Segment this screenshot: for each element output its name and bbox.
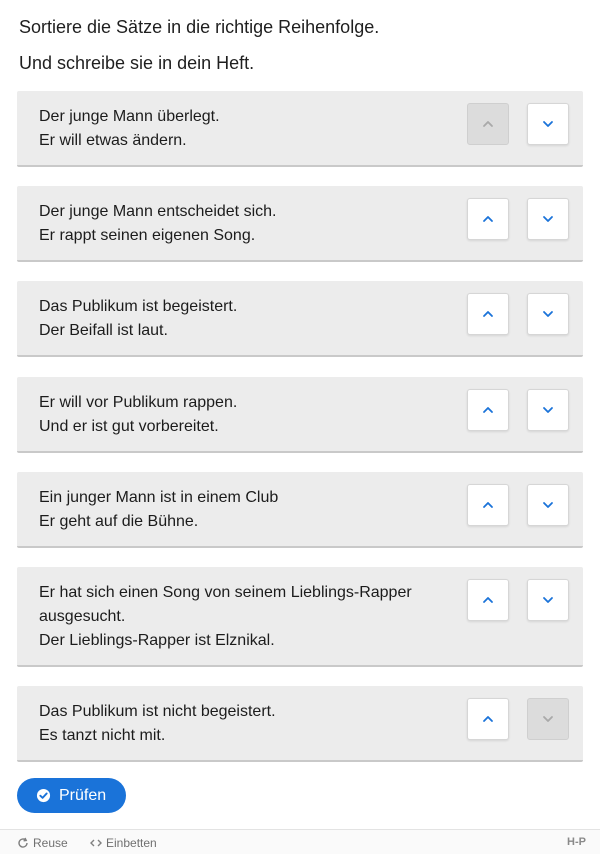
move-down-button[interactable] [527,103,569,145]
move-down-button[interactable] [527,389,569,431]
chevron-up-icon [483,597,493,603]
sentence-line: Er hat sich einen Song von seinem Liebli… [39,584,412,625]
move-down-button[interactable] [527,484,569,526]
check-button[interactable]: Prüfen [17,778,126,813]
move-up-button[interactable] [467,698,509,740]
sentence-item: Das Publikum ist nicht begeistert. Es ta… [17,686,583,762]
reuse-label: Reuse [33,836,68,850]
chevron-up-icon [483,502,493,508]
chevron-down-icon [543,407,553,413]
chevron-up-icon [483,121,493,127]
sentence-text: Ein junger Mann ist in einem Club Er geh… [39,486,444,534]
chevron-down-icon [543,716,553,722]
chevron-down-icon [543,311,553,317]
instruction-line-2: Und schreibe sie in dein Heft. [19,53,255,73]
sentence-line: Der Beifall ist laut. [39,322,168,339]
sentence-item: Er hat sich einen Song von seinem Liebli… [17,567,583,667]
move-up-button[interactable] [467,293,509,335]
chevron-up-icon [483,716,493,722]
chevron-up-icon [483,311,493,317]
sentence-line: Ein junger Mann ist in einem Club [39,489,279,506]
sentence-text: Der junge Mann entscheidet sich. Er rapp… [39,200,444,248]
sentence-item: Er will vor Publikum rappen. Und er ist … [17,377,583,453]
check-button-label: Prüfen [59,786,107,804]
sentence-line: Der junge Mann entscheidet sich. [39,203,277,220]
chevron-down-icon [543,597,553,603]
code-icon [90,839,102,847]
sentence-item: Ein junger Mann ist in einem Club Er geh… [17,472,583,548]
chevron-down-icon [543,216,553,222]
chevron-down-icon [543,121,553,127]
sentence-item: Das Publikum ist begeistert. Der Beifall… [17,281,583,357]
sentence-item: Der junge Mann überlegt. Er will etwas ä… [17,91,583,167]
refresh-icon [18,837,28,848]
move-up-button[interactable] [467,198,509,240]
move-down-button[interactable] [527,698,569,740]
sentence-line: Er will vor Publikum rappen. [39,394,238,411]
move-up-button[interactable] [467,389,509,431]
move-down-button[interactable] [527,293,569,335]
move-down-button[interactable] [527,198,569,240]
sentence-text: Das Publikum ist nicht begeistert. Es ta… [39,700,444,748]
sentence-text: Das Publikum ist begeistert. Der Beifall… [39,295,444,343]
instruction-line-1: Sortiere die Sätze in die richtige Reihe… [19,17,380,37]
chevron-down-icon [543,502,553,508]
chevron-up-icon [483,407,493,413]
check-circle-icon [36,788,51,803]
reuse-link[interactable]: Reuse [17,836,68,850]
sentence-text: Er will vor Publikum rappen. Und er ist … [39,391,444,439]
sentence-line: Der junge Mann überlegt. [39,108,220,125]
move-up-button[interactable] [467,484,509,526]
sentence-line: Das Publikum ist begeistert. [39,298,238,315]
sentence-line: Er geht auf die Bühne. [39,513,199,530]
move-up-button[interactable] [467,103,509,145]
embed-link[interactable]: Einbetten [90,836,157,850]
sentence-line: Der Lieblings-Rapper ist Elznikal. [39,632,275,649]
move-down-button[interactable] [527,579,569,621]
sentence-line: Das Publikum ist nicht begeistert. [39,703,276,720]
sentence-line: Er rappt seinen eigenen Song. [39,227,256,244]
sentence-line: Er will etwas ändern. [39,132,187,149]
sentence-line: Und er ist gut vorbereitet. [39,418,219,435]
embed-label: Einbetten [106,836,157,850]
move-up-button[interactable] [467,579,509,621]
sentence-text: Er hat sich einen Song von seinem Liebli… [39,581,444,653]
sentence-item: Der junge Mann entscheidet sich. Er rapp… [17,186,583,262]
footer-bar: Reuse Einbetten H-P [0,829,600,854]
sentence-text: Der junge Mann überlegt. Er will etwas ä… [39,105,444,153]
sentence-line: Es tanzt nicht mit. [39,727,166,744]
h5p-logo: H-P [567,836,586,848]
chevron-up-icon [483,216,493,222]
